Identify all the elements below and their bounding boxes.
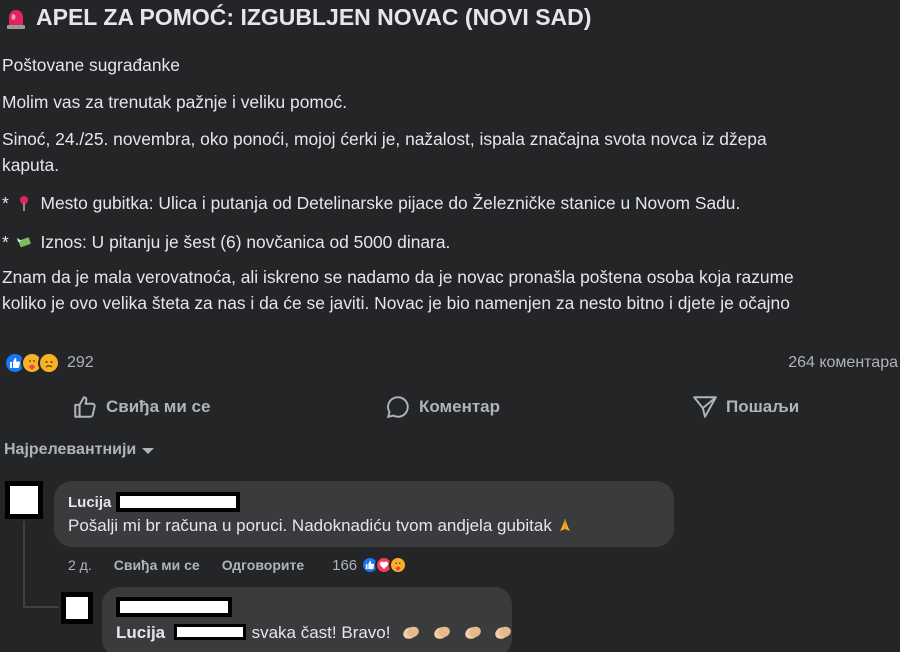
- comment-label: Коментар: [419, 397, 500, 416]
- post-amount: * Iznos: U pitanju je šest (6) novčanica…: [2, 230, 450, 255]
- action-bar: Свиђа ми се Коментар Пошаљи: [0, 386, 900, 430]
- post-title-text: APEL ZA POMOĆ: IZGUBLJEN NOVAC (NOVI SAD…: [36, 4, 592, 30]
- redacted-reply-author: [116, 597, 232, 617]
- post-greeting: Poštovane sugrađanke: [2, 55, 180, 75]
- amount-bullet: *: [2, 232, 14, 252]
- comment-text-content: Pošalji mi br računa u poruci. Nadoknadi…: [68, 516, 552, 535]
- comment-bubble: Lucija Pošalji mi br računa u poruci. Na…: [54, 481, 674, 547]
- location-text: Mesto gubitka: Ulica i putanja od Deteli…: [40, 193, 741, 213]
- clap-icon: [403, 626, 420, 639]
- pray-icon: [559, 519, 570, 531]
- comment-text: Pošalji mi br računa u poruci. Nadoknadi…: [68, 516, 573, 536]
- share-icon: [693, 396, 717, 418]
- like-button[interactable]: Свиђа ми се: [72, 394, 210, 420]
- reply-mention[interactable]: Lucija: [116, 623, 165, 642]
- clap-icon: [495, 626, 512, 639]
- sort-label: Најрелевантнији: [4, 441, 137, 458]
- reaction-summary[interactable]: 292: [4, 352, 94, 374]
- thread-connector: [23, 606, 59, 608]
- share-label: Пошаљи: [726, 397, 800, 416]
- comment-count[interactable]: 264 коментара: [788, 354, 898, 372]
- amount-text: Iznos: U pitanju je šest (6) novčanica o…: [40, 232, 451, 252]
- post-story-line2: kaputa.: [2, 155, 60, 175]
- thumbs-up-icon: [74, 396, 96, 418]
- post-request: Molim vas za trenutak pažnje i veliku po…: [2, 92, 348, 112]
- redacted-name: [116, 492, 240, 512]
- avatar[interactable]: [5, 481, 43, 519]
- comment-sort-dropdown[interactable]: Најрелевантнији: [4, 441, 155, 459]
- post-title: APEL ZA POMOĆ: IZGUBLJEN NOVAC (NOVI SAD…: [4, 4, 591, 31]
- comment-meta: 2 д. Свиђа ми се Одговорите 166: [68, 556, 408, 574]
- post-location: * Mesto gubitka: Ulica i putanja od Dete…: [2, 191, 740, 216]
- reply-avatar[interactable]: [61, 592, 93, 624]
- location-bullet: *: [2, 193, 14, 213]
- reply-bubble: Lucija svaka čast! Bravo!: [102, 587, 512, 652]
- comment-button[interactable]: Коментар: [385, 394, 500, 420]
- thread-line: [23, 521, 25, 607]
- post-story-line1: Sinoć, 24./25. novembra, oko ponoći, moj…: [2, 129, 767, 149]
- post-closing-line1: Znam da je mala verovatnoća, ali iskreno…: [2, 267, 794, 287]
- comment-age[interactable]: 2 д.: [68, 557, 92, 573]
- post-closing-line2: koliko je ovo velika šteta za nas i da ć…: [2, 293, 790, 313]
- comment-like-button[interactable]: Свиђа ми се: [114, 557, 200, 573]
- clap-icon: [464, 626, 481, 639]
- like-label: Свиђа ми се: [106, 397, 211, 416]
- reply-text: Lucija svaka čast! Bravo!: [116, 623, 513, 643]
- redacted-mention-surname: [173, 624, 246, 640]
- siren-icon: [7, 9, 25, 29]
- comment-reactions[interactable]: [361, 556, 408, 574]
- share-button[interactable]: Пошаљи: [692, 394, 799, 420]
- comment-icon: [386, 396, 409, 419]
- comment-reaction-count[interactable]: 166: [332, 557, 357, 574]
- pin-icon: [19, 196, 28, 211]
- comment-reply-button[interactable]: Одговорите: [222, 557, 304, 573]
- money-wings-icon: [16, 237, 31, 248]
- reply-text-content: svaka čast! Bravo!: [251, 623, 391, 642]
- sad-reaction-icon: [38, 352, 60, 374]
- chevron-down-icon: [142, 448, 155, 454]
- reaction-count: 292: [67, 354, 94, 371]
- comment-author[interactable]: Lucija: [68, 494, 111, 511]
- clap-icon: [434, 626, 450, 639]
- care-reaction-icon: [389, 556, 408, 574]
